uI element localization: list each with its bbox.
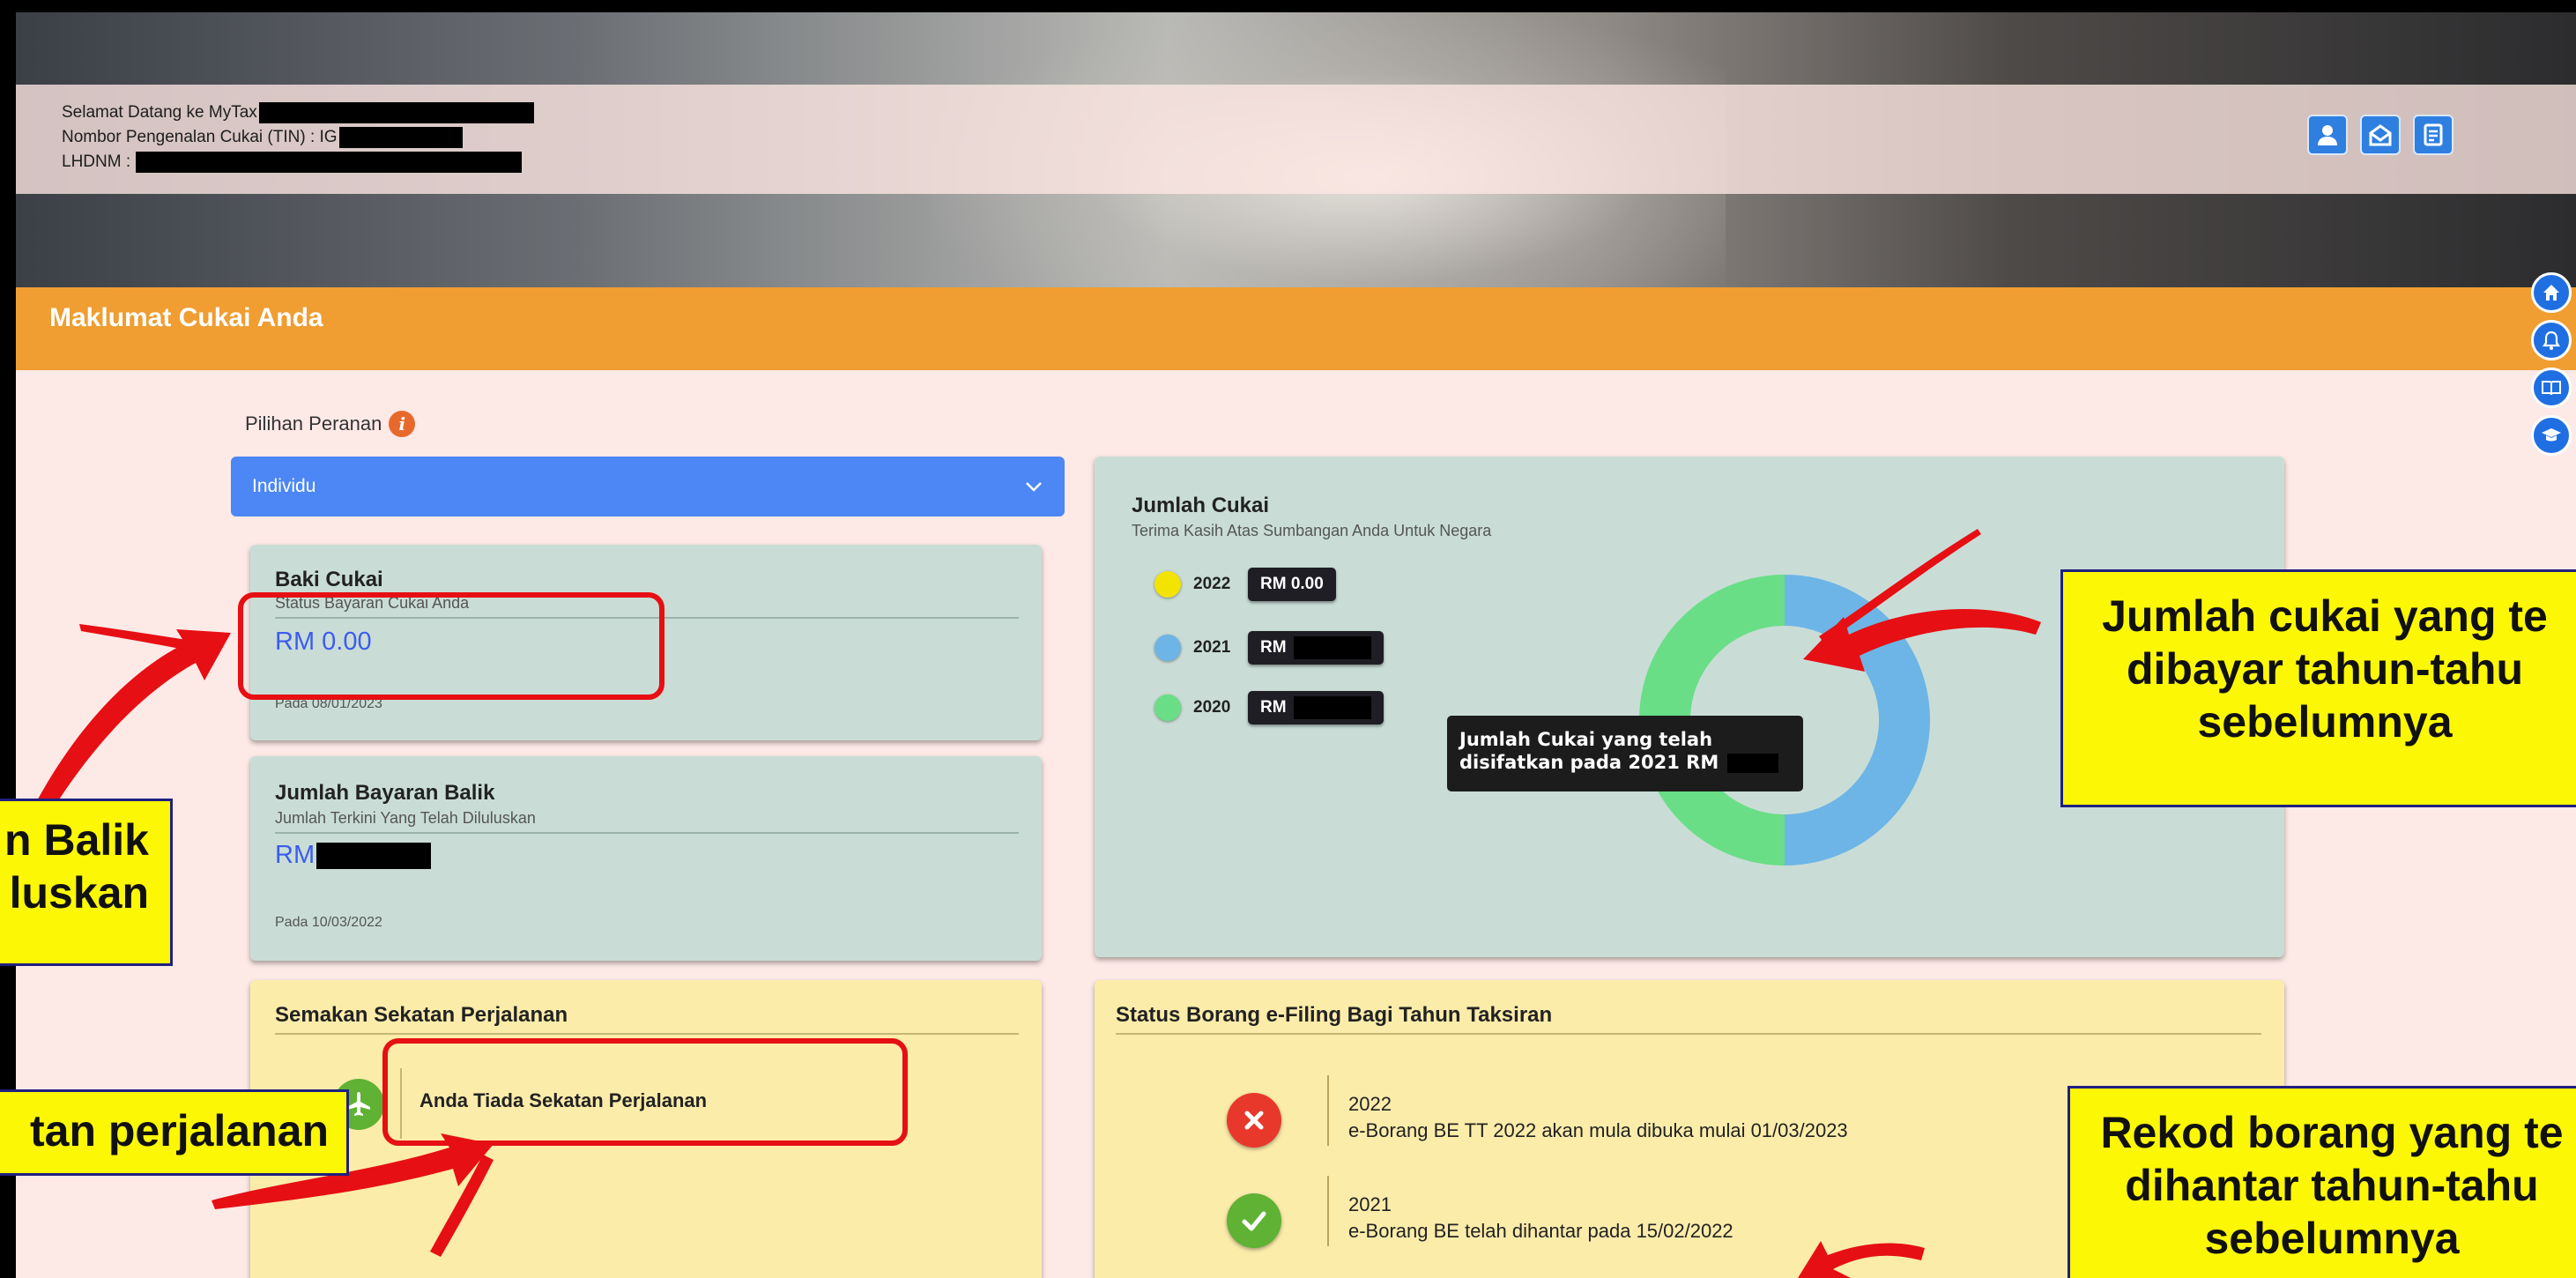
arrow-shape xyxy=(35,629,231,809)
callout-rekod-borang: Rekod borang yang te dihantar tahun-tahu… xyxy=(2067,1086,2576,1278)
arrow-shape xyxy=(1798,1241,1925,1278)
callout-sekatan: tan perjalanan xyxy=(0,1089,349,1176)
callout-bayaran-balik: n Balik luskan xyxy=(0,799,173,966)
arrow-shape xyxy=(1803,609,2041,672)
screenshot: Selamat Datang ke MyTax Nombor Pengenala… xyxy=(0,0,2576,1278)
callout-jumlah-cukai: Jumlah cukai yang te dibayar tahun-tahu … xyxy=(2060,569,2576,807)
